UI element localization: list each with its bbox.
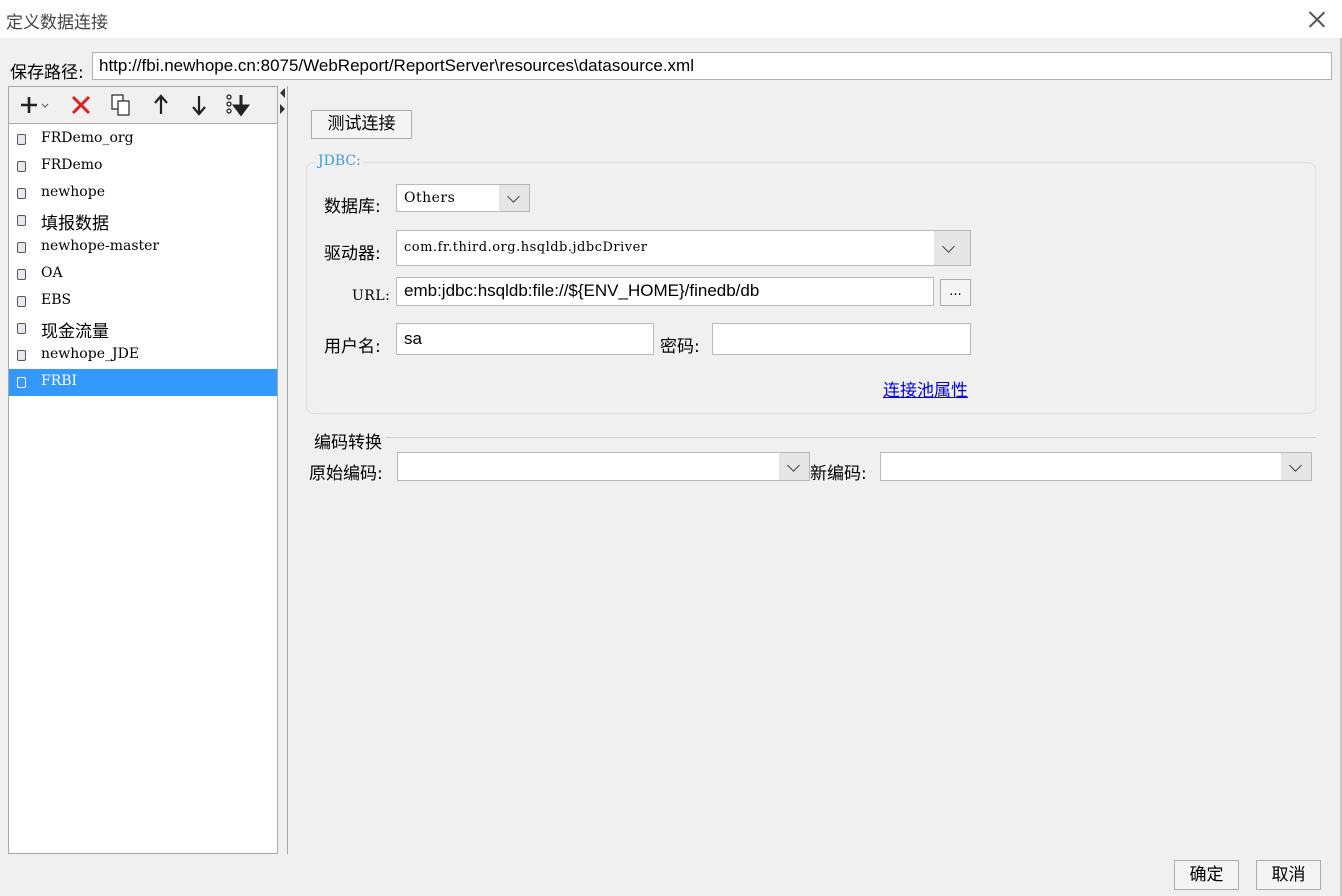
panel-splitter[interactable] (278, 86, 288, 854)
delete-icon[interactable] (69, 90, 95, 120)
encoding-divider (386, 437, 1316, 438)
chevron-down-icon[interactable] (779, 453, 809, 480)
sort-icon[interactable] (223, 90, 255, 120)
connection-item[interactable]: EBS (9, 288, 277, 315)
copy-icon[interactable] (109, 90, 135, 120)
cancel-button[interactable]: 取消 (1256, 860, 1321, 890)
chevron-down-icon[interactable] (1281, 453, 1311, 480)
collapse-left-icon[interactable] (280, 88, 285, 98)
database-icon (17, 377, 26, 388)
connection-item[interactable]: 现金流量 (9, 315, 277, 342)
connection-item[interactable]: newhope-master (9, 234, 277, 261)
save-path-field[interactable]: http://fbi.newhope.cn:8075/WebReport/Rep… (92, 52, 1332, 80)
database-select[interactable]: Others (396, 184, 530, 212)
connection-item[interactable]: FRDemo_org (9, 126, 277, 153)
connection-item-selected[interactable]: FRBI (9, 369, 277, 396)
browse-button[interactable]: ... (940, 279, 971, 306)
save-path-label: 保存路径: (10, 63, 84, 83)
move-up-icon[interactable] (149, 90, 173, 120)
window-title: 定义数据连接 (6, 13, 108, 33)
ok-button[interactable]: 确定 (1174, 860, 1239, 890)
database-icon (17, 134, 26, 145)
connection-item[interactable]: newhope_JDE (9, 342, 277, 369)
jdbc-legend: JDBC: (316, 153, 363, 169)
database-icon (17, 296, 26, 307)
url-label: URL: (352, 288, 391, 304)
move-down-icon[interactable] (187, 90, 211, 120)
url-input[interactable]: emb:jdbc:hsqldb:file://${ENV_HOME}/fined… (396, 277, 934, 306)
original-encoding-select[interactable] (397, 452, 810, 481)
add-icon[interactable] (17, 90, 53, 120)
connection-toolbar (9, 87, 277, 124)
original-encoding-label: 原始编码: (309, 464, 383, 484)
password-input[interactable] (712, 323, 971, 355)
database-icon (17, 350, 26, 361)
connection-item[interactable]: FRDemo (9, 153, 277, 180)
connection-item[interactable]: 填报数据 (9, 207, 277, 234)
password-label: 密码: (660, 337, 700, 357)
driver-label: 驱动器: (324, 244, 381, 264)
new-encoding-select[interactable] (880, 452, 1312, 481)
chevron-down-icon[interactable] (934, 231, 970, 265)
test-connection-button[interactable]: 测试连接 (311, 110, 412, 139)
new-encoding-label: 新编码: (810, 464, 867, 484)
username-input[interactable]: sa (396, 323, 654, 355)
connection-panel: FRDemo_org FRDemo newhope 填报数据 newhope-m… (8, 86, 278, 854)
chevron-down-icon[interactable] (499, 185, 529, 211)
expand-right-icon[interactable] (280, 104, 285, 114)
database-icon (17, 161, 26, 172)
driver-select[interactable]: com.fr.third.org.hsqldb.jdbcDriver (396, 230, 971, 266)
database-icon (17, 215, 26, 226)
database-icon (17, 269, 26, 280)
title-bar: 定义数据连接 (0, 0, 1342, 38)
username-label: 用户名: (324, 337, 381, 357)
close-icon[interactable] (1302, 4, 1332, 34)
encoding-title: 编码转换 (314, 433, 382, 453)
connection-item[interactable]: newhope (9, 180, 277, 207)
database-icon (17, 323, 26, 334)
database-icon (17, 188, 26, 199)
database-icon (17, 242, 26, 253)
database-label: 数据库: (324, 197, 381, 217)
connection-item[interactable]: OA (9, 261, 277, 288)
connection-pool-link[interactable]: 连接池属性 (883, 376, 968, 401)
